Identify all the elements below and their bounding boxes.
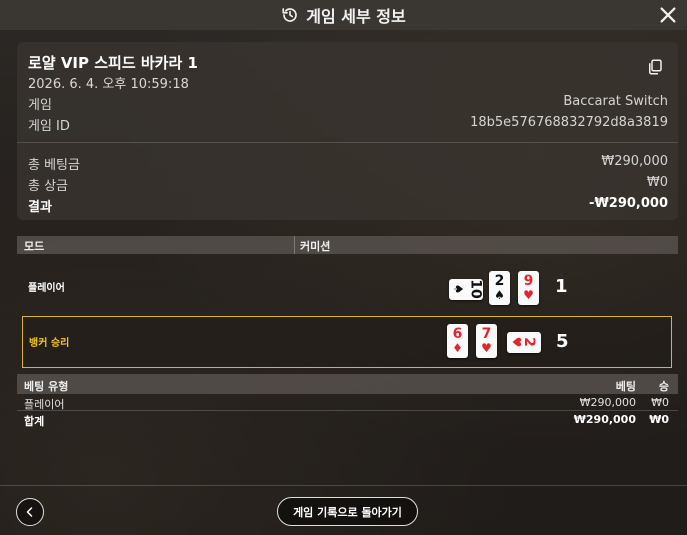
total-bet-value: ₩290,000 — [601, 154, 668, 169]
mode-header: 모드 커미션 — [17, 236, 678, 254]
banker-hand-label: 뱅커 승리 — [29, 338, 70, 349]
banker-card-2: 7 ♥ — [476, 324, 497, 358]
mode-header-separator — [294, 236, 295, 254]
game-id-value: 18b5e576768832792d8a3819 — [470, 115, 668, 130]
modal-title: 게임 세부 정보 — [306, 7, 406, 26]
game-summary-panel: 로얄 VIP 스피드 바카라 1 2026. 6. 4. 오후 10:59:18… — [17, 42, 678, 220]
result-label: 결과 — [28, 200, 52, 215]
player-score: 1 — [555, 276, 568, 297]
banker-score: 5 — [556, 331, 569, 352]
modal-header: 게임 세부 정보 — [0, 0, 687, 30]
player-card-2-suit: ♠ — [494, 288, 505, 302]
total-win-value: ₩0 — [646, 175, 668, 190]
close-icon[interactable] — [657, 4, 679, 26]
result-value: -₩290,000 — [589, 196, 668, 211]
bet-type-header: 베팅 유형 — [24, 380, 69, 393]
player-card-1-rank: 10 — [467, 279, 484, 299]
player-card-3-rank: 9 — [523, 273, 534, 289]
game-type-value: Baccarat Switch — [563, 94, 668, 109]
chevron-left-icon — [26, 507, 33, 517]
banker-card-3-rank: 2 — [520, 337, 537, 347]
bet-total-row: 합계 ₩290,000 ₩0 — [17, 411, 678, 428]
modal-title-group: 게임 세부 정보 — [281, 3, 406, 27]
banker-card-1-suit: ♦ — [452, 341, 463, 355]
player-card-3: 9 ♥ — [518, 271, 539, 305]
game-id-row: 게임 ID 18b5e576768832792d8a3819 — [28, 115, 668, 134]
mode-label: 모드 — [24, 240, 45, 253]
result-row: 결과 -₩290,000 — [28, 196, 668, 215]
player-card-2: 2 ♠ — [489, 271, 510, 305]
banker-card-1: 6 ♦ — [447, 324, 468, 358]
player-hand-label: 플레이어 — [28, 283, 65, 294]
banker-card-1-rank: 6 — [452, 326, 463, 342]
game-name: 로얄 VIP 스피드 바카라 1 — [28, 54, 198, 72]
total-bet-row: 총 베팅금 ₩290,000 — [28, 154, 668, 173]
copy-icon[interactable] — [646, 58, 664, 76]
banker-card-2-suit: ♥ — [481, 341, 492, 355]
total-win-label: 총 상금 — [28, 179, 69, 194]
bet-type-cell: 플레이어 — [24, 398, 65, 411]
player-hand-row: 플레이어 ♠ 10 2 ♠ 9 ♥ 1 — [22, 262, 672, 314]
game-type-label: 게임 — [28, 98, 52, 113]
bet-win-cell: ₩0 — [651, 396, 669, 409]
summary-divider — [17, 142, 678, 143]
banker-card-2-rank: 7 — [481, 326, 492, 342]
banker-hand-row: 뱅커 승리 6 ♦ 7 ♥ ♥ 2 5 — [22, 316, 672, 368]
player-card-1: ♠ 10 — [449, 279, 484, 300]
total-bet-label: 총 베팅금 — [28, 158, 80, 173]
bet-total-label: 합계 — [24, 415, 45, 428]
return-to-history-button[interactable]: 게임 기록으로 돌아가기 — [277, 497, 418, 526]
player-card-3-suit: ♥ — [523, 288, 534, 302]
player-card-2-rank: 2 — [494, 273, 505, 289]
bet-total-amount: ₩290,000 — [573, 413, 636, 426]
commission-label: 커미션 — [300, 240, 331, 253]
game-id-label: 게임 ID — [28, 119, 70, 134]
bet-total-win: ₩0 — [649, 413, 669, 426]
bet-table: 베팅 유형 베팅 승 플레이어 ₩290,000 ₩0 합계 ₩290,000 … — [17, 374, 678, 428]
total-win-row: 총 상금 ₩0 — [28, 175, 668, 194]
history-icon — [282, 8, 298, 22]
player-card-1-suit: ♠ — [451, 283, 466, 295]
bet-amount-header: 베팅 — [615, 380, 636, 393]
game-datetime: 2026. 6. 4. 오후 10:59:18 — [28, 77, 189, 92]
back-button[interactable] — [16, 498, 44, 526]
banker-card-3: ♥ 2 — [507, 332, 541, 353]
game-type-row: 게임 Baccarat Switch — [28, 94, 668, 113]
footer-divider — [0, 485, 687, 486]
table-row: 플레이어 ₩290,000 ₩0 — [17, 394, 678, 411]
bet-win-header: 승 — [658, 380, 669, 393]
bet-amount-cell: ₩290,000 — [579, 396, 636, 409]
bet-table-header: 베팅 유형 베팅 승 — [17, 374, 678, 394]
